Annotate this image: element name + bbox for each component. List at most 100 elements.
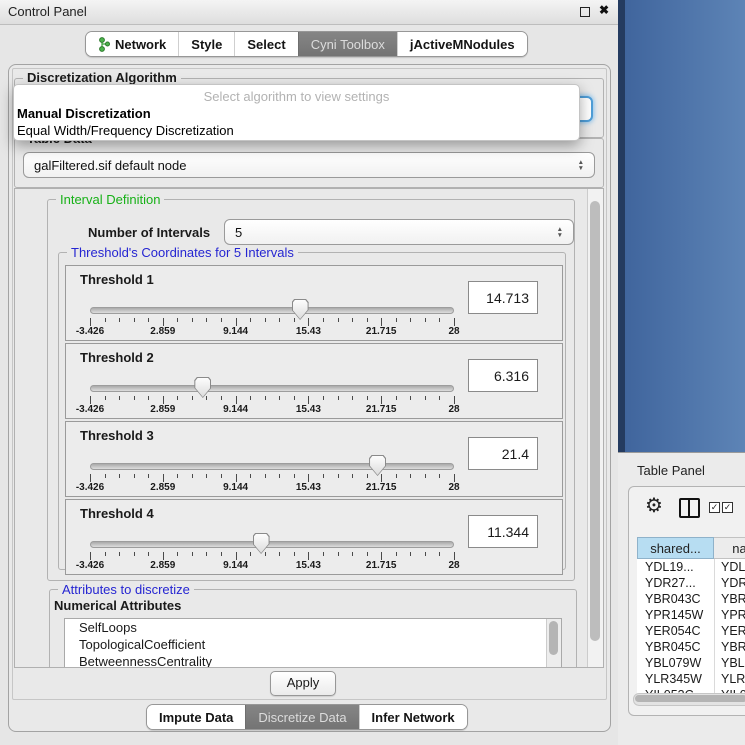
table-horizontal-scrollbar[interactable] — [633, 693, 745, 706]
threshold-2-slider-thumb[interactable] — [194, 377, 211, 398]
minor-tick — [396, 552, 397, 556]
threshold-1-slider-track[interactable] — [90, 307, 454, 314]
tick-label: 2.859 — [150, 482, 175, 493]
tick-label: 28 — [448, 560, 459, 571]
tab-infer-network[interactable]: Infer Network — [359, 705, 467, 729]
name-cell[interactable]: YLR3 — [714, 671, 745, 687]
scrollbar-thumb[interactable] — [635, 695, 745, 702]
columns-icon[interactable] — [679, 498, 700, 518]
number-of-intervals-combobox[interactable]: 5 ▲▼ — [224, 219, 574, 245]
scrollbar-thumb[interactable] — [549, 621, 558, 655]
tab-jactivemnodules[interactable]: jActiveMNodules — [397, 32, 527, 56]
major-tick — [454, 552, 455, 560]
tab-network[interactable]: Network — [86, 32, 178, 56]
major-tick — [454, 318, 455, 326]
checkbox-icon[interactable]: ✓ — [722, 502, 733, 513]
minor-tick — [279, 396, 280, 400]
attribute-list-item[interactable]: TopologicalCoefficient — [65, 636, 561, 653]
minor-tick — [221, 552, 222, 556]
minor-tick — [367, 396, 368, 400]
attribute-list-item[interactable]: BetweennessCentrality — [65, 653, 561, 668]
attributes-group: Attributes to discretize Numerical Attri… — [49, 589, 577, 668]
close-icon[interactable]: ✖ — [599, 3, 609, 17]
minor-tick — [265, 552, 266, 556]
tick-label: 9.144 — [223, 404, 248, 415]
tab-cyni-toolbox[interactable]: Cyni Toolbox — [298, 32, 397, 56]
table-row[interactable]: YBR043CYBR0 — [637, 591, 745, 607]
table-panel-title: Table Panel — [637, 463, 705, 478]
name-cell[interactable]: YDR2 — [714, 575, 745, 591]
tab-impute-data[interactable]: Impute Data — [147, 705, 245, 729]
apply-button[interactable]: Apply — [270, 671, 336, 696]
shared-name-cell[interactable]: YPR145W — [637, 607, 714, 623]
tick-label: 21.715 — [366, 560, 397, 571]
attribute-list-item[interactable]: SelfLoops — [65, 619, 561, 636]
table-data-combobox[interactable]: galFiltered.sif default node ▲▼ — [23, 152, 595, 178]
table-row[interactable]: YBR045CYBR0 — [637, 639, 745, 655]
major-tick — [308, 396, 309, 404]
numerical-attributes-list: SelfLoopsTopologicalCoefficientBetweenne… — [64, 618, 562, 668]
minor-tick — [119, 396, 120, 400]
name-cell[interactable]: YPR1 — [714, 607, 745, 623]
tab-select[interactable]: Select — [234, 32, 297, 56]
tick-label: 21.715 — [366, 404, 397, 415]
name-cell[interactable]: YBR0 — [714, 639, 745, 655]
table-row[interactable]: YLR345WYLR3 — [637, 671, 745, 687]
shared-name-cell[interactable]: YLR345W — [637, 671, 714, 687]
shared-name-cell[interactable]: YBR043C — [637, 591, 714, 607]
shared-name-cell[interactable]: YBL079W — [637, 655, 714, 671]
gear-icon[interactable]: ⚙ — [645, 493, 663, 518]
threshold-3-label: Threshold 3 — [80, 428, 154, 443]
tab-style[interactable]: Style — [178, 32, 234, 56]
attribute-items: SelfLoopsTopologicalCoefficientBetweenne… — [65, 619, 561, 668]
threshold-3-slider-track[interactable] — [90, 463, 454, 470]
threshold-1-value-field[interactable]: 14.713 — [468, 281, 538, 314]
shared-name-cell[interactable]: YDL19... — [637, 559, 714, 575]
major-tick — [308, 474, 309, 482]
minor-tick — [410, 318, 411, 322]
threshold-3-value-field[interactable]: 21.4 — [468, 437, 538, 470]
tick-label: 15.43 — [296, 326, 321, 337]
algorithm-option-equal-width[interactable]: Equal Width/Frequency Discretization — [17, 123, 234, 138]
threshold-4-slider-track[interactable] — [90, 541, 454, 548]
float-window-icon[interactable] — [580, 7, 590, 17]
settings-vertical-scrollbar[interactable] — [587, 189, 603, 667]
table-row[interactable]: YDL19...YDL1 — [637, 559, 745, 575]
table-row[interactable]: YER054CYER0 — [637, 623, 745, 639]
shared-name-cell[interactable]: YER054C — [637, 623, 714, 639]
algorithm-option-manual[interactable]: Manual Discretization — [17, 106, 151, 121]
minor-tick — [119, 318, 120, 322]
name-cell[interactable]: YER0 — [714, 623, 745, 639]
scrollbar-thumb[interactable] — [590, 201, 600, 641]
algorithm-group-title: Discretization Algorithm — [23, 70, 181, 85]
table-row[interactable]: YPR145WYPR1 — [637, 607, 745, 623]
checkbox-icon[interactable]: ✓ — [709, 502, 720, 513]
threshold-1-slider-thumb[interactable] — [292, 299, 309, 320]
threshold-3-slider-thumb[interactable] — [369, 455, 386, 476]
threshold-4-value-field[interactable]: 11.344 — [468, 515, 538, 548]
tab-discretize-data[interactable]: Discretize Data — [245, 705, 358, 729]
column-header-shared-name[interactable]: shared... — [637, 537, 714, 559]
column-header-name[interactable]: na — [714, 537, 745, 559]
name-cell[interactable]: YBL0 — [714, 655, 745, 671]
name-cell[interactable]: YDL1 — [714, 559, 745, 575]
name-cell[interactable]: YBR0 — [714, 591, 745, 607]
attributes-group-title: Attributes to discretize — [58, 582, 194, 597]
threshold-4-slider-thumb[interactable] — [253, 533, 270, 554]
minor-tick — [206, 552, 207, 556]
threshold-2-value-field[interactable]: 6.316 — [468, 359, 538, 392]
tab-impute-data-label: Impute Data — [159, 710, 233, 725]
shared-name-cell[interactable]: YDR27... — [637, 575, 714, 591]
table-rows: YDL19...YDL1YDR27...YDR2YBR043CYBR0YPR14… — [637, 559, 745, 693]
threshold-2-slider-track[interactable] — [90, 385, 454, 392]
control-panel-title: Control Panel — [8, 4, 87, 19]
attribute-list-scrollbar[interactable] — [546, 619, 561, 668]
threshold-4-box: Threshold 4 -3.4262.8599.14415.4321.7152… — [65, 499, 563, 575]
table-row[interactable]: YBL079WYBL0 — [637, 655, 745, 671]
major-tick — [381, 396, 382, 404]
shared-name-cell[interactable]: YBR045C — [637, 639, 714, 655]
minor-tick — [265, 474, 266, 478]
tick-label: -3.426 — [76, 326, 104, 337]
major-tick — [90, 474, 91, 482]
table-row[interactable]: YDR27...YDR2 — [637, 575, 745, 591]
